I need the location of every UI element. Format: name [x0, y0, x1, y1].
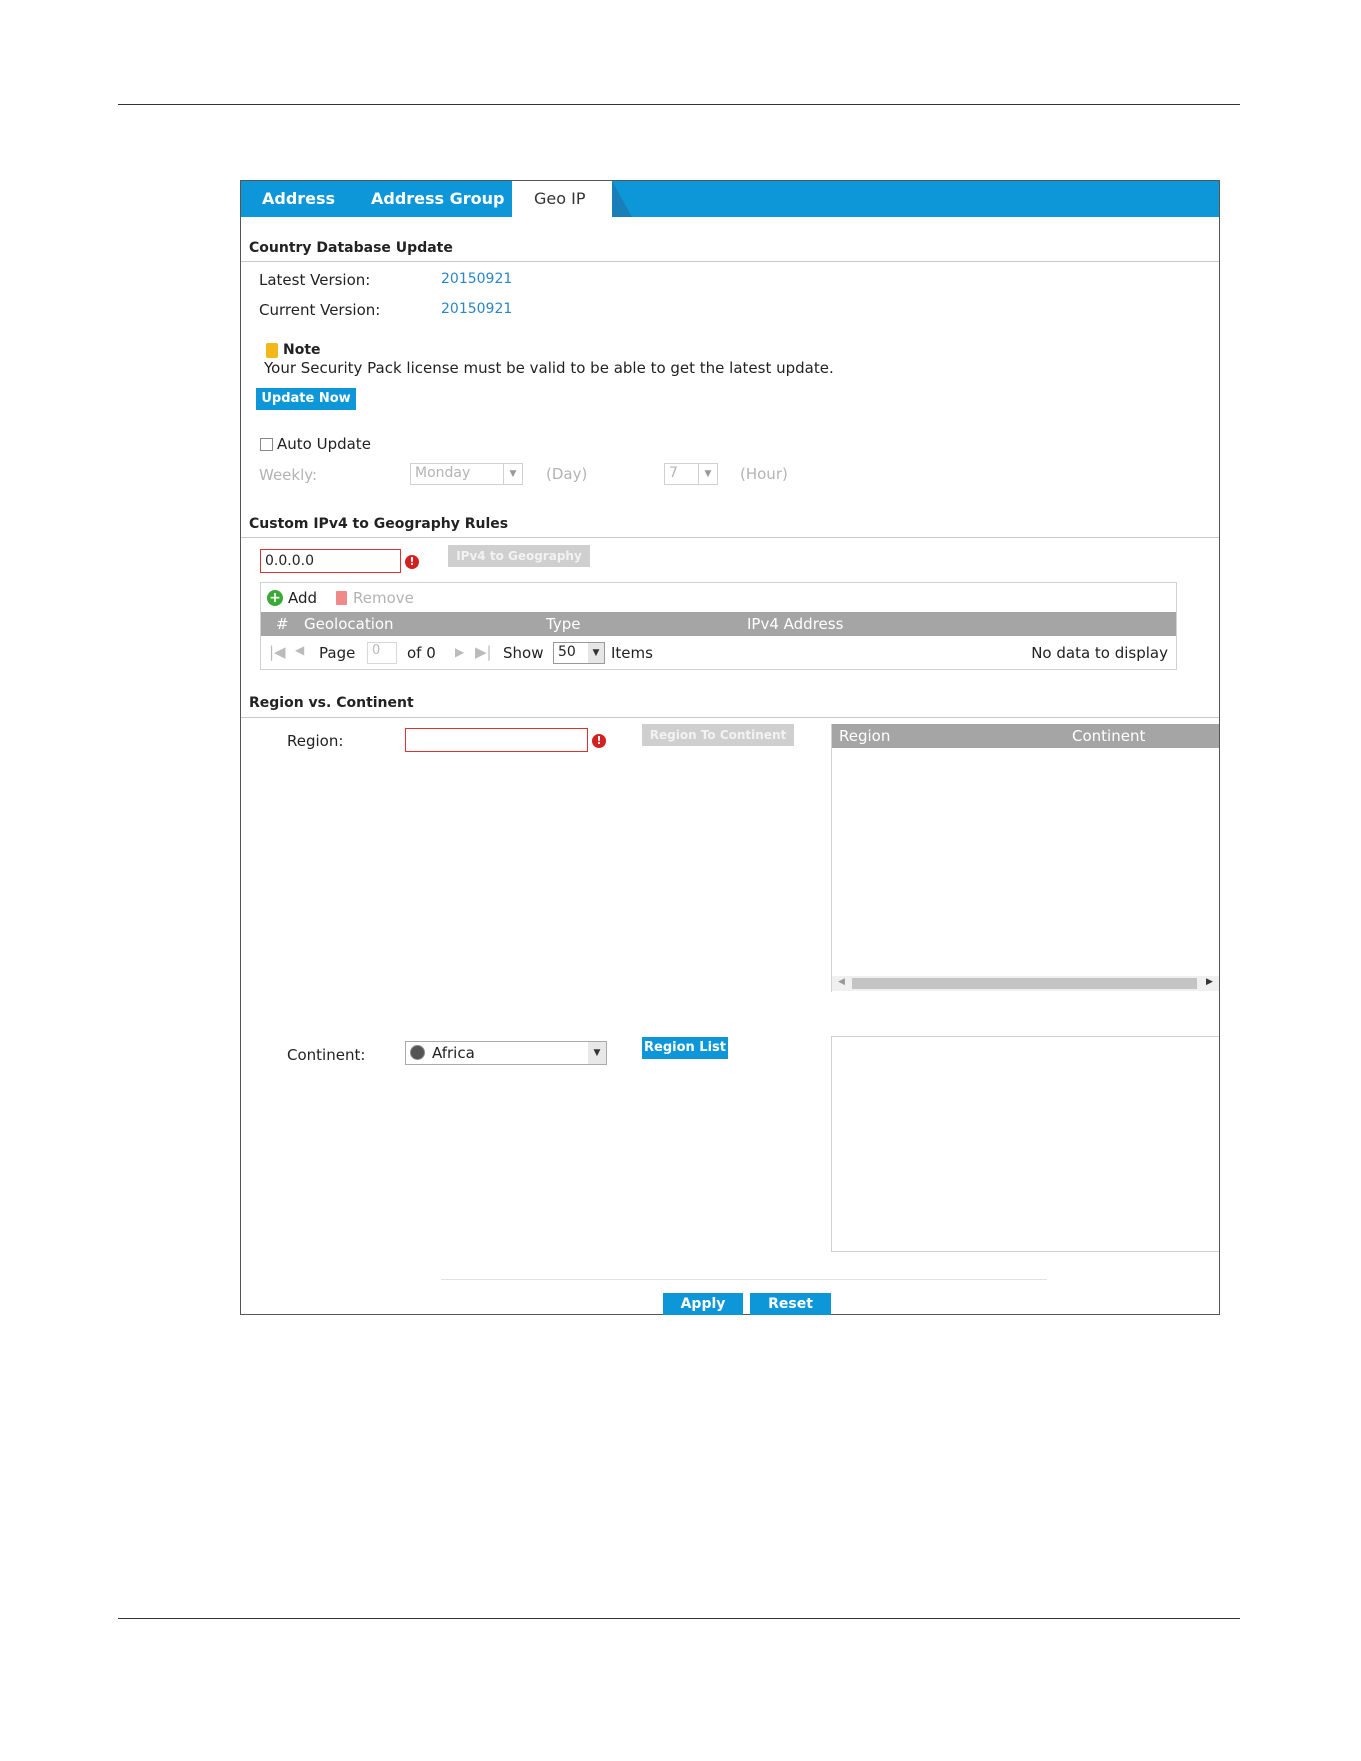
pager-bar: |◀ ◀ Page 0 of 0 ▶ ▶| Show 50 ▼ Items No…: [261, 639, 1176, 669]
region-continent-table: Region Continent ◀ ▶: [831, 724, 1219, 992]
page-size-value: 50: [558, 644, 576, 660]
note-text: Your Security Pack license must be valid…: [264, 359, 834, 377]
geo-ip-panel: Address Address Group Geo IP Country Dat…: [240, 180, 1220, 1315]
hour-select-value: 7: [669, 465, 678, 481]
region-list-box: [831, 1036, 1219, 1252]
rules-table-header: # Geolocation Type IPv4 Address: [261, 612, 1176, 636]
page-size-select[interactable]: 50 ▼: [553, 642, 605, 664]
region-list-button[interactable]: Region List: [642, 1037, 728, 1059]
page-label: Page: [319, 644, 356, 662]
section-title-custom-rules: Custom IPv4 to Geography Rules: [249, 516, 509, 532]
column-header-ipv4-address[interactable]: IPv4 Address: [747, 612, 843, 636]
items-label: Items: [611, 644, 653, 662]
note-icon: [266, 343, 278, 358]
tab-geo-ip[interactable]: Geo IP: [512, 181, 612, 217]
chevron-down-icon: ▼: [588, 1042, 606, 1064]
globe-icon: [410, 1045, 425, 1060]
region-to-continent-button[interactable]: Region To Continent: [642, 724, 794, 746]
rules-table: + Add Remove # Geolocation Type IPv4 Add…: [260, 582, 1177, 670]
apply-button[interactable]: Apply: [663, 1293, 743, 1315]
page-number-input[interactable]: 0: [367, 642, 397, 664]
latest-version-label: Latest Version:: [259, 271, 371, 289]
horizontal-scrollbar[interactable]: ◀ ▶: [832, 976, 1219, 991]
continent-select[interactable]: Africa ▼: [405, 1041, 607, 1065]
column-header-continent[interactable]: Continent: [1072, 724, 1145, 748]
section-title-country-db: Country Database Update: [249, 240, 453, 256]
scrollbar-thumb[interactable]: [852, 978, 1197, 989]
section-title-region-continent: Region vs. Continent: [249, 695, 414, 711]
hour-unit-label: (Hour): [740, 465, 788, 483]
add-button[interactable]: Add: [288, 589, 317, 607]
scroll-right-icon[interactable]: ▶: [1206, 977, 1213, 987]
column-header-geolocation[interactable]: Geolocation: [304, 612, 394, 636]
empty-table-text: No data to display: [1031, 644, 1168, 662]
scroll-left-icon[interactable]: ◀: [838, 977, 845, 987]
region-table-header: Region Continent: [832, 724, 1219, 748]
section-divider: [241, 717, 1219, 718]
column-header-number[interactable]: #: [276, 612, 289, 636]
section-divider: [241, 261, 1219, 262]
section-divider: [241, 537, 1219, 538]
next-page-icon[interactable]: ▶: [455, 645, 464, 659]
last-page-icon[interactable]: ▶|: [475, 643, 492, 661]
note-title: Note: [283, 342, 321, 358]
chevron-down-icon: ▼: [503, 464, 522, 484]
of-pages-label: of 0: [407, 644, 436, 662]
page-bottom-rule: [118, 1618, 1240, 1619]
tab-address[interactable]: Address: [262, 181, 335, 217]
tab-bar: Address Address Group Geo IP: [241, 181, 1219, 217]
continent-label: Continent:: [287, 1046, 366, 1064]
error-icon: !: [405, 555, 419, 569]
chevron-down-icon: ▼: [588, 643, 604, 663]
hour-select[interactable]: 7 ▼: [664, 463, 718, 485]
show-label: Show: [503, 644, 544, 662]
remove-button[interactable]: Remove: [353, 589, 414, 607]
trash-icon: [336, 591, 347, 605]
auto-update-label: Auto Update: [277, 435, 371, 453]
current-version-value: 20150921: [441, 301, 513, 317]
tab-address-group[interactable]: Address Group: [371, 181, 505, 217]
auto-update-checkbox[interactable]: [260, 438, 273, 451]
update-now-button[interactable]: Update Now: [256, 388, 356, 410]
region-label: Region:: [287, 732, 344, 750]
continent-select-value: Africa: [432, 1044, 475, 1062]
error-icon: !: [592, 734, 606, 748]
tab-corner-shape: [612, 181, 632, 217]
ipv4-to-geography-button[interactable]: IPv4 to Geography: [448, 545, 590, 567]
add-icon: +: [267, 590, 283, 606]
region-input[interactable]: [405, 728, 588, 752]
day-select[interactable]: Monday ▼: [410, 463, 523, 485]
page-top-rule: [118, 104, 1240, 105]
prev-page-icon[interactable]: ◀: [295, 643, 304, 657]
footer-divider: [441, 1279, 1047, 1280]
weekly-label: Weekly:: [259, 466, 318, 484]
first-page-icon[interactable]: |◀: [269, 643, 286, 661]
day-unit-label: (Day): [546, 465, 588, 483]
ipv4-address-input[interactable]: 0.0.0.0: [260, 549, 401, 573]
latest-version-value: 20150921: [441, 271, 513, 287]
tab-geo-ip-label: Geo IP: [534, 189, 586, 208]
current-version-label: Current Version:: [259, 301, 381, 319]
day-select-value: Monday: [415, 465, 471, 481]
column-header-region[interactable]: Region: [839, 724, 890, 748]
column-header-type[interactable]: Type: [546, 612, 580, 636]
chevron-down-icon: ▼: [698, 464, 717, 484]
reset-button[interactable]: Reset: [750, 1293, 831, 1315]
